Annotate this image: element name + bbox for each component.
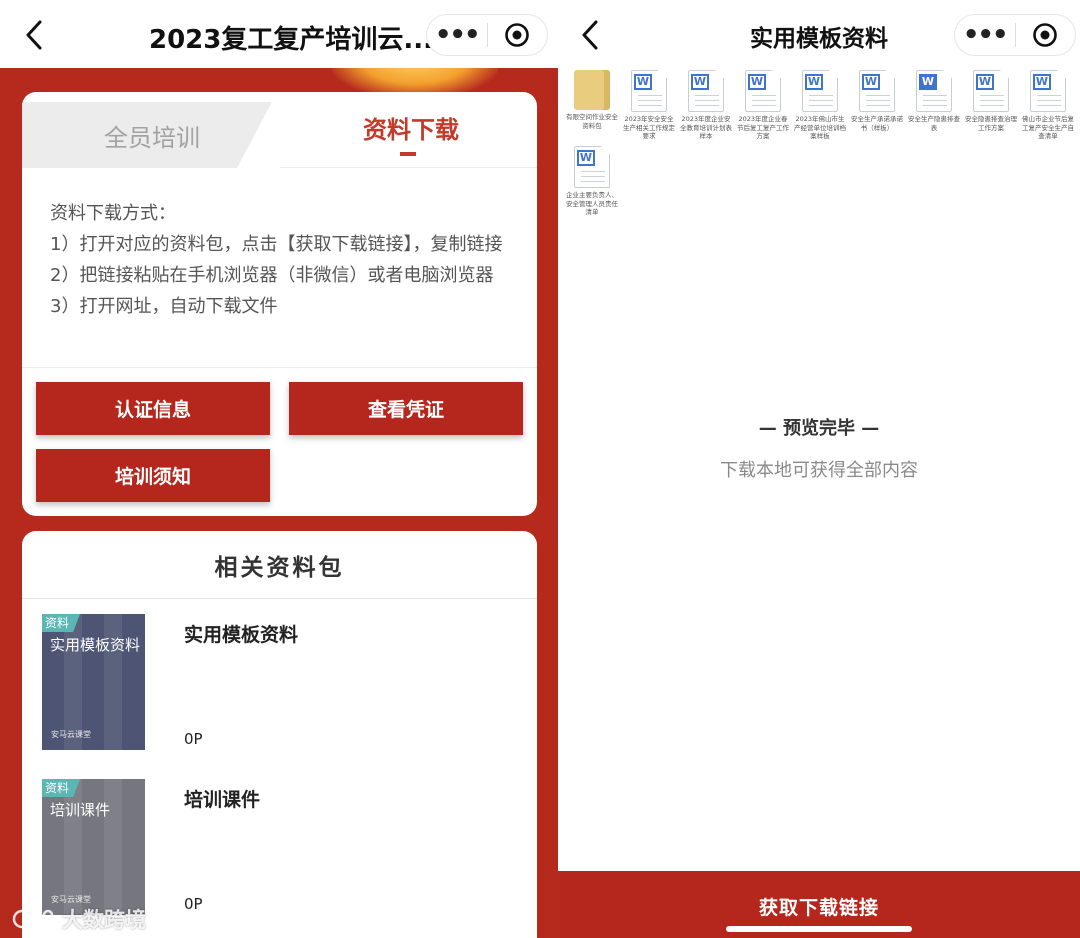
packages-card: 相关资料包 资料 实用模板资料 安马云课堂 实用模板资料 0P 资料 培训课件 … xyxy=(22,531,537,938)
cover-title: 实用模板资料 xyxy=(50,636,141,654)
package-cover: 资料 实用模板资料 安马云课堂 xyxy=(42,614,145,750)
word-document-icon: W xyxy=(574,146,610,188)
file-name: 有限空间作业安全资料包 xyxy=(566,113,618,130)
file-name: 2023年度企业安全教育培训计划表样本 xyxy=(680,115,732,140)
package-item[interactable]: 资料 培训课件 安马云课堂 培训课件 0P xyxy=(42,779,522,917)
card-divider xyxy=(22,367,537,368)
package-item[interactable]: 资料 实用模板资料 安马云课堂 实用模板资料 0P xyxy=(42,614,522,752)
mini-program-capsule: ••• xyxy=(426,14,548,56)
close-miniprogram-icon[interactable] xyxy=(487,22,547,48)
instruction-step-2: 2）把链接粘贴在手机浏览器（非微信）或者电脑浏览器 xyxy=(50,265,494,286)
word-document-icon: W xyxy=(859,70,895,112)
file-name: 安全生产承诺承诺书（样板） xyxy=(851,115,903,132)
file-name: 佛山市企业节后复工复产安全生产自查清单 xyxy=(1022,115,1074,140)
cover-title: 培训课件 xyxy=(50,801,111,819)
cover-brand: 安马云课堂 xyxy=(51,730,91,739)
get-download-link-button[interactable]: 获取下载链接 xyxy=(558,893,1080,920)
package-pages: 0P xyxy=(184,730,203,748)
back-icon[interactable] xyxy=(576,18,606,52)
watermark-logo-icon xyxy=(12,908,54,929)
file-item[interactable]: W 2023年度企业春节后复工复产工作方案 xyxy=(737,70,789,141)
watermark-text: 大数跨境 xyxy=(62,908,146,932)
left-nav-bar: 2023复工复产培训云... ••• xyxy=(0,0,558,68)
page-title: 实用模板资料 xyxy=(750,26,888,52)
right-screen: 实用模板资料 ••• 有限空间作业安全资料包 W 2023年安全安全生产相关工作规定… xyxy=(558,0,1080,938)
file-name: 2023年安全安全生产相关工作规定要求 xyxy=(623,115,675,140)
file-item[interactable]: W 企业主要负责人、安全管理人员责任清单 xyxy=(566,146,618,217)
auth-info-button[interactable]: 认证信息 xyxy=(36,382,270,435)
file-item[interactable]: 有限空间作业安全资料包 xyxy=(566,70,618,130)
packages-header: 相关资料包 xyxy=(22,531,537,599)
word-document-icon: W xyxy=(973,70,1009,112)
download-instructions: 资料下载方式： 1）打开对应的资料包，点击【获取下载链接】，复制链接 2）把链接… xyxy=(50,198,520,322)
preview-end-text: — 预览完毕 — xyxy=(758,418,880,439)
left-screen: 2023复工复产培训云... ••• 全员培训 资料下载 资料下载方式： 1）打… xyxy=(0,0,558,938)
file-name: 2023年佛山市生产经营单位培训档案样板 xyxy=(794,115,846,140)
mini-program-capsule: ••• xyxy=(954,14,1076,56)
tab-training-label: 全员培训 xyxy=(104,124,200,152)
training-notice-button[interactable]: 培训须知 xyxy=(36,449,270,502)
word-document-icon: W xyxy=(802,70,838,112)
word-document-icon: W xyxy=(631,70,667,112)
tab-training[interactable]: 全员培训 xyxy=(22,102,272,168)
file-item[interactable]: W 安全生产隐患排查表 xyxy=(908,70,960,132)
tab-divider xyxy=(280,167,537,168)
package-title: 实用模板资料 xyxy=(184,624,299,646)
word-document-icon: W xyxy=(916,70,952,112)
back-icon[interactable] xyxy=(20,18,50,52)
file-item[interactable]: W 2023年佛山市生产经营单位培训档案样板 xyxy=(794,70,846,141)
tab-bar: 全员培训 资料下载 xyxy=(22,92,537,168)
view-certificate-button[interactable]: 查看凭证 xyxy=(289,382,523,435)
file-name: 2023年度企业春节后复工复产工作方案 xyxy=(737,115,789,140)
instruction-step-1: 1）打开对应的资料包，点击【获取下载链接】，复制链接 xyxy=(50,234,503,255)
right-nav-bar: 实用模板资料 ••• xyxy=(558,0,1080,68)
tab-download-label: 资料下载 xyxy=(363,116,459,144)
instruction-heading: 资料下载方式： xyxy=(50,203,176,224)
file-name: 安全隐患排查治理工作方案 xyxy=(965,115,1017,132)
page-title: 2023复工复产培训云... xyxy=(149,25,433,55)
folder-icon xyxy=(574,70,610,110)
package-title: 培训课件 xyxy=(184,789,261,811)
word-document-icon: W xyxy=(688,70,724,112)
get-download-link-bar[interactable]: 获取下载链接 xyxy=(558,871,1080,938)
file-item[interactable]: W 安全隐患排查治理工作方案 xyxy=(965,70,1017,132)
download-card: 全员培训 资料下载 资料下载方式： 1）打开对应的资料包，点击【获取下载链接】，… xyxy=(22,92,537,516)
instruction-step-3: 3）打开网址，自动下载文件 xyxy=(50,296,278,317)
home-indicator xyxy=(726,926,912,932)
package-cover: 资料 培训课件 安马云课堂 xyxy=(42,779,145,915)
tab-download[interactable]: 资料下载 xyxy=(280,92,537,168)
watermark: 大数跨境 xyxy=(12,904,146,934)
file-name: 安全生产隐患排查表 xyxy=(908,115,960,132)
close-miniprogram-icon[interactable] xyxy=(1015,22,1075,48)
file-name: 企业主要负责人、安全管理人员责任清单 xyxy=(566,191,618,216)
preview-hint-text: 下载本地可获得全部内容 xyxy=(720,460,918,481)
word-document-icon: W xyxy=(1030,70,1066,112)
more-icon[interactable]: ••• xyxy=(955,22,1015,48)
file-item[interactable]: W 2023年度企业安全教育培训计划表样本 xyxy=(680,70,732,141)
file-item[interactable]: W 2023年安全安全生产相关工作规定要求 xyxy=(623,70,675,141)
more-icon[interactable]: ••• xyxy=(427,22,487,48)
package-pages: 0P xyxy=(184,895,203,913)
file-item[interactable]: W 佛山市企业节后复工复产安全生产自查清单 xyxy=(1022,70,1074,141)
file-item[interactable]: W 安全生产承诺承诺书（样板） xyxy=(851,70,903,132)
tab-active-indicator xyxy=(400,152,416,156)
word-document-icon: W xyxy=(745,70,781,112)
